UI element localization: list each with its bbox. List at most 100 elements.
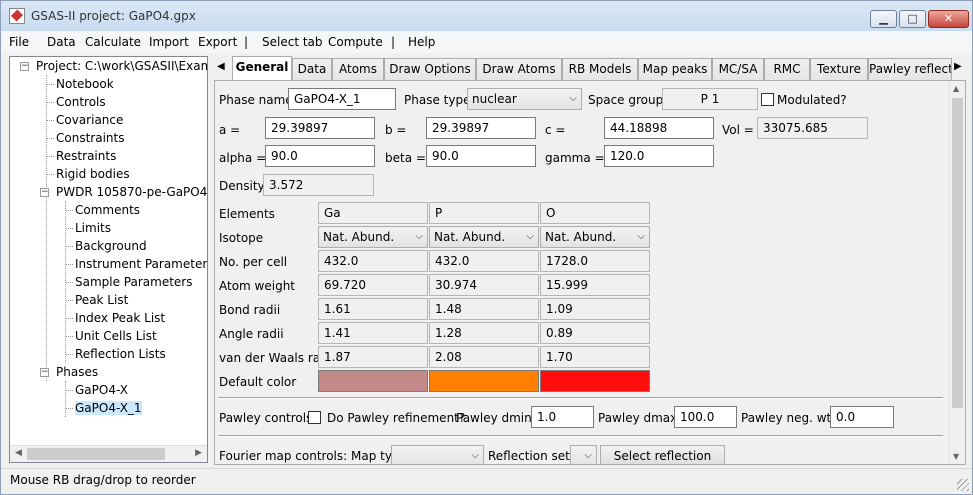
scroll-left-icon[interactable]: ◀	[15, 448, 22, 458]
maximize-button[interactable]: □	[899, 10, 926, 28]
scroll-thumb[interactable]	[952, 98, 963, 408]
tab-atoms[interactable]: Atoms	[332, 58, 384, 80]
map-type-select[interactable]: ⌵	[391, 445, 484, 464]
tree-item[interactable]: Index Peak List	[75, 309, 165, 327]
panel-vertical-scrollbar[interactable]: ▲ ▼	[949, 81, 965, 464]
tab-map-peaks[interactable]: Map peaks	[638, 58, 712, 80]
tree-item[interactable]: Constraints	[56, 129, 124, 147]
tree-item[interactable]: Background	[75, 237, 147, 255]
menu-separator: |	[244, 35, 249, 49]
chevron-down-icon: ⌵	[526, 231, 534, 242]
close-button[interactable]: ✕	[928, 10, 969, 28]
cell-gamma-input[interactable]: 120.0	[604, 145, 714, 167]
tree-item-label: Background	[75, 239, 147, 253]
cell-gamma-label: gamma =	[545, 151, 605, 165]
tree-item[interactable]: GaPO4-X	[75, 381, 128, 399]
minimize-icon: ▁	[879, 12, 888, 25]
tab-general[interactable]: General	[232, 56, 292, 80]
tab-texture[interactable]: Texture	[810, 58, 868, 80]
tree-collapse-icon[interactable]: −	[40, 188, 49, 197]
phase-type-select[interactable]: nuclear ⌵	[467, 88, 582, 110]
menu-compute[interactable]: Compute	[328, 35, 383, 49]
scroll-down-icon[interactable]: ▼	[953, 452, 959, 461]
atom-weight-cell: 30.974	[429, 274, 539, 296]
data-tree[interactable]: Project: C:\work\GSASII\Exampl − Notebook C…	[9, 56, 208, 463]
select-reflection-sets-button[interactable]: Select reflection sets	[600, 445, 725, 464]
tab-scroll-left-icon[interactable]: ◀	[217, 61, 225, 72]
tree-item[interactable]: Phases	[56, 363, 98, 381]
tab-rb-models[interactable]: RB Models	[562, 58, 638, 80]
space-group-button[interactable]: P 1	[662, 88, 758, 110]
tree-item[interactable]: Controls	[56, 93, 106, 111]
tree-item[interactable]: Sample Parameters	[75, 273, 193, 291]
tab-mc-sa[interactable]: MC/SA	[712, 58, 764, 80]
scroll-thumb[interactable]	[27, 448, 165, 460]
tree-item[interactable]: Rigid bodies	[56, 165, 130, 183]
tree-item[interactable]: Instrument Parameters	[75, 255, 207, 273]
isotope-select[interactable]: Nat. Abund. ⌵	[540, 226, 650, 248]
cell-c-label: c =	[545, 123, 566, 137]
cell-alpha-input[interactable]: 90.0	[265, 145, 375, 167]
default-color-swatch[interactable]	[318, 370, 428, 392]
tree-item[interactable]: Limits	[75, 219, 111, 237]
tree-item-label: Notebook	[56, 77, 114, 91]
tree-item[interactable]: PWDR 105870-pe-GaPO4_ed	[56, 183, 207, 201]
cell-beta-input[interactable]: 90.0	[426, 145, 536, 167]
table-row-label: Default color	[219, 375, 297, 389]
tree-item[interactable]: Project: C:\work\GSASII\Exampl	[36, 57, 207, 75]
menu-help[interactable]: Help	[408, 35, 435, 49]
tree-item[interactable]: Unit Cells List	[75, 327, 157, 345]
tree-collapse-icon[interactable]: −	[20, 62, 29, 71]
cell-alpha-label: alpha =	[219, 151, 267, 165]
tab-rmc[interactable]: RMC	[764, 58, 810, 80]
cell-c-input[interactable]: 44.18898	[604, 117, 714, 139]
cell-a-input[interactable]: 29.39897	[265, 117, 375, 139]
menu-import[interactable]: Import	[149, 35, 189, 49]
tab-scroll-right-icon[interactable]: ▶	[954, 61, 962, 72]
tree-item[interactable]: Peak List	[75, 291, 128, 309]
minimize-button[interactable]: ▁	[870, 10, 897, 28]
menu-file[interactable]: File	[9, 35, 29, 49]
tab-draw-atoms[interactable]: Draw Atoms	[476, 58, 562, 80]
tab-draw-options[interactable]: Draw Options	[384, 58, 476, 80]
tree-item[interactable]: Comments	[75, 201, 140, 219]
title-bar[interactable]: GSAS-II project: GaPO4.gpx ▁ □ ✕	[1, 1, 972, 31]
reflection-sets-select[interactable]: ⌵	[570, 445, 597, 464]
phase-type-value: nuclear	[472, 92, 517, 106]
pawley-negwt-input[interactable]: 0.0	[830, 406, 894, 428]
resize-grip-icon[interactable]	[957, 479, 969, 491]
atom-weight-cell: 15.999	[540, 274, 650, 296]
tree-item[interactable]: Restraints	[56, 147, 116, 165]
pawley-dmin-input[interactable]: 1.0	[531, 406, 594, 428]
gsas-app-icon	[9, 8, 25, 24]
table-row-label: Isotope	[219, 231, 264, 245]
isotope-select[interactable]: Nat. Abund. ⌵	[318, 226, 428, 248]
default-color-swatch[interactable]	[540, 370, 650, 392]
scroll-up-icon[interactable]: ▲	[953, 84, 959, 93]
tree-item[interactable]: GaPO4-X_1	[75, 399, 142, 417]
scroll-right-icon[interactable]: ▶	[195, 448, 202, 458]
tab-pawley-reflections[interactable]: Pawley reflect	[868, 58, 952, 80]
pawley-refine-checkbox[interactable]	[308, 411, 321, 424]
isotope-select[interactable]: Nat. Abund. ⌵	[429, 226, 539, 248]
phase-name-input[interactable]: GaPO4-X_1	[288, 88, 396, 110]
tab-data[interactable]: Data	[292, 58, 332, 80]
tree-item[interactable]: Reflection Lists	[75, 345, 166, 363]
tree-horizontal-scrollbar[interactable]: ◀ ▶	[10, 445, 207, 462]
modulated-checkbox[interactable]	[761, 93, 774, 106]
menu-export[interactable]: Export	[198, 35, 237, 49]
menu-data[interactable]: Data	[47, 35, 76, 49]
tree-item-label: Reflection Lists	[75, 347, 166, 361]
default-color-swatch[interactable]	[429, 370, 539, 392]
bond-radius-cell: 1.61	[318, 298, 428, 320]
tree-item[interactable]: Notebook	[56, 75, 114, 93]
tree-item[interactable]: Covariance	[56, 111, 123, 129]
tree-collapse-icon[interactable]: −	[40, 368, 49, 377]
menu-calculate[interactable]: Calculate	[85, 35, 141, 49]
cell-b-input[interactable]: 29.39897	[426, 117, 536, 139]
menu-select-tab[interactable]: Select tab	[262, 35, 323, 49]
pawley-dmax-input[interactable]: 100.0	[674, 406, 737, 428]
tree-item-label: Rigid bodies	[56, 167, 130, 181]
tree-item-label: Limits	[75, 221, 111, 235]
window-title: GSAS-II project: GaPO4.gpx	[31, 9, 196, 23]
